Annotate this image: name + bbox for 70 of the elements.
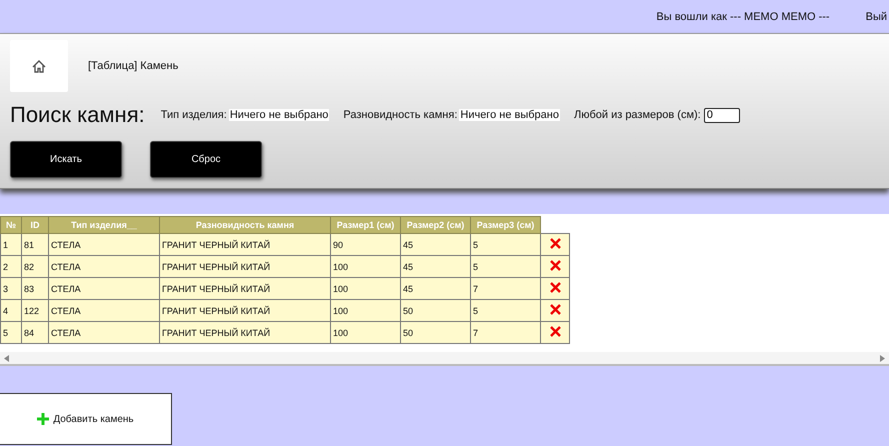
column-header: Размер3 (см) <box>470 216 540 234</box>
search-title: Поиск камня: <box>10 102 145 128</box>
table-cell: ГРАНИТ ЧЕРНЫЙ КИТАЙ <box>160 322 330 344</box>
table-cell: ГРАНИТ ЧЕРНЫЙ КИТАЙ <box>160 234 330 256</box>
table-cell: 3 <box>0 278 22 300</box>
filter-label: Тип изделия: <box>160 109 227 121</box>
close-icon <box>550 282 560 293</box>
table-cell: 5 <box>470 234 540 256</box>
column-header: № <box>0 216 22 234</box>
table-cell: СТЕЛА <box>48 278 160 300</box>
table-cell: 100 <box>330 300 400 322</box>
close-icon <box>550 238 560 249</box>
table-cell: 90 <box>330 234 400 256</box>
delete-button[interactable] <box>540 256 570 278</box>
table-cell: 45 <box>400 234 470 256</box>
delete-button[interactable] <box>540 234 570 256</box>
size-field[interactable]: 0 <box>704 108 740 122</box>
close-icon <box>550 326 560 337</box>
scroll-right-icon[interactable] <box>880 354 885 362</box>
table-cell: 5 <box>0 322 22 344</box>
table-cell: 45 <box>400 256 470 278</box>
column-header: ID <box>22 216 48 234</box>
table-cell: 50 <box>400 300 470 322</box>
logged-in-text: Вы вошли как --- MEMO MEMO --- <box>656 10 830 22</box>
column-header: Тип изделия__ <box>48 216 160 234</box>
table-cell: 81 <box>22 234 48 256</box>
size-label: Любой из размеров (см): <box>574 109 701 121</box>
table-cell: СТЕЛА <box>48 256 160 278</box>
table-cell: 4 <box>0 300 22 322</box>
delete-button[interactable] <box>540 278 570 300</box>
plus-icon <box>37 413 50 425</box>
column-header: Размер1 (см) <box>330 216 400 234</box>
table-cell: 100 <box>330 256 400 278</box>
table-cell: 5 <box>470 300 540 322</box>
horizontal-scrollbar[interactable] <box>0 352 889 364</box>
table-cell: 84 <box>22 322 48 344</box>
delete-button[interactable] <box>540 300 570 322</box>
home-icon <box>32 60 46 72</box>
table-cell: СТЕЛА <box>48 300 160 322</box>
table-cell: 2 <box>0 256 22 278</box>
column-header: Разновидность камня <box>160 216 330 234</box>
scroll-left-icon[interactable] <box>4 354 9 362</box>
filter-dropdown[interactable]: Ничего не выбрано <box>459 109 560 121</box>
table-cell: 83 <box>22 278 48 300</box>
table-cell: 82 <box>22 256 48 278</box>
table-cell: ГРАНИТ ЧЕРНЫЙ КИТАЙ <box>160 300 330 322</box>
delete-button[interactable] <box>540 322 570 344</box>
table-cell: 7 <box>470 322 540 344</box>
table-cell: ГРАНИТ ЧЕРНЫЙ КИТАЙ <box>160 256 330 278</box>
filter-dropdown[interactable]: Ничего не выбрано <box>228 109 330 121</box>
table-cell: 122 <box>22 300 48 322</box>
table-cell: СТЕЛА <box>48 322 160 344</box>
filter-label: Разновидность камня: <box>343 109 458 121</box>
table-cell: 50 <box>400 322 470 344</box>
search-button[interactable]: Искать <box>10 141 122 178</box>
table-cell: 5 <box>470 256 540 278</box>
breadcrumb: [Таблица] Камень <box>88 60 178 72</box>
logout-link[interactable]: Вый <box>866 10 887 22</box>
table-cell: 100 <box>330 322 400 344</box>
reset-button[interactable]: Сброс <box>150 141 262 178</box>
table-cell: ГРАНИТ ЧЕРНЫЙ КИТАЙ <box>160 278 330 300</box>
column-header: Размер2 (см) <box>400 216 470 234</box>
table-cell: 100 <box>330 278 400 300</box>
table-cell: СТЕЛА <box>48 234 160 256</box>
table-cell: 45 <box>400 278 470 300</box>
close-icon <box>550 304 560 315</box>
table-cell: 7 <box>470 278 540 300</box>
add-stone-button[interactable]: Добавить камень <box>0 393 172 445</box>
close-icon <box>550 260 560 271</box>
table-cell: 1 <box>0 234 22 256</box>
